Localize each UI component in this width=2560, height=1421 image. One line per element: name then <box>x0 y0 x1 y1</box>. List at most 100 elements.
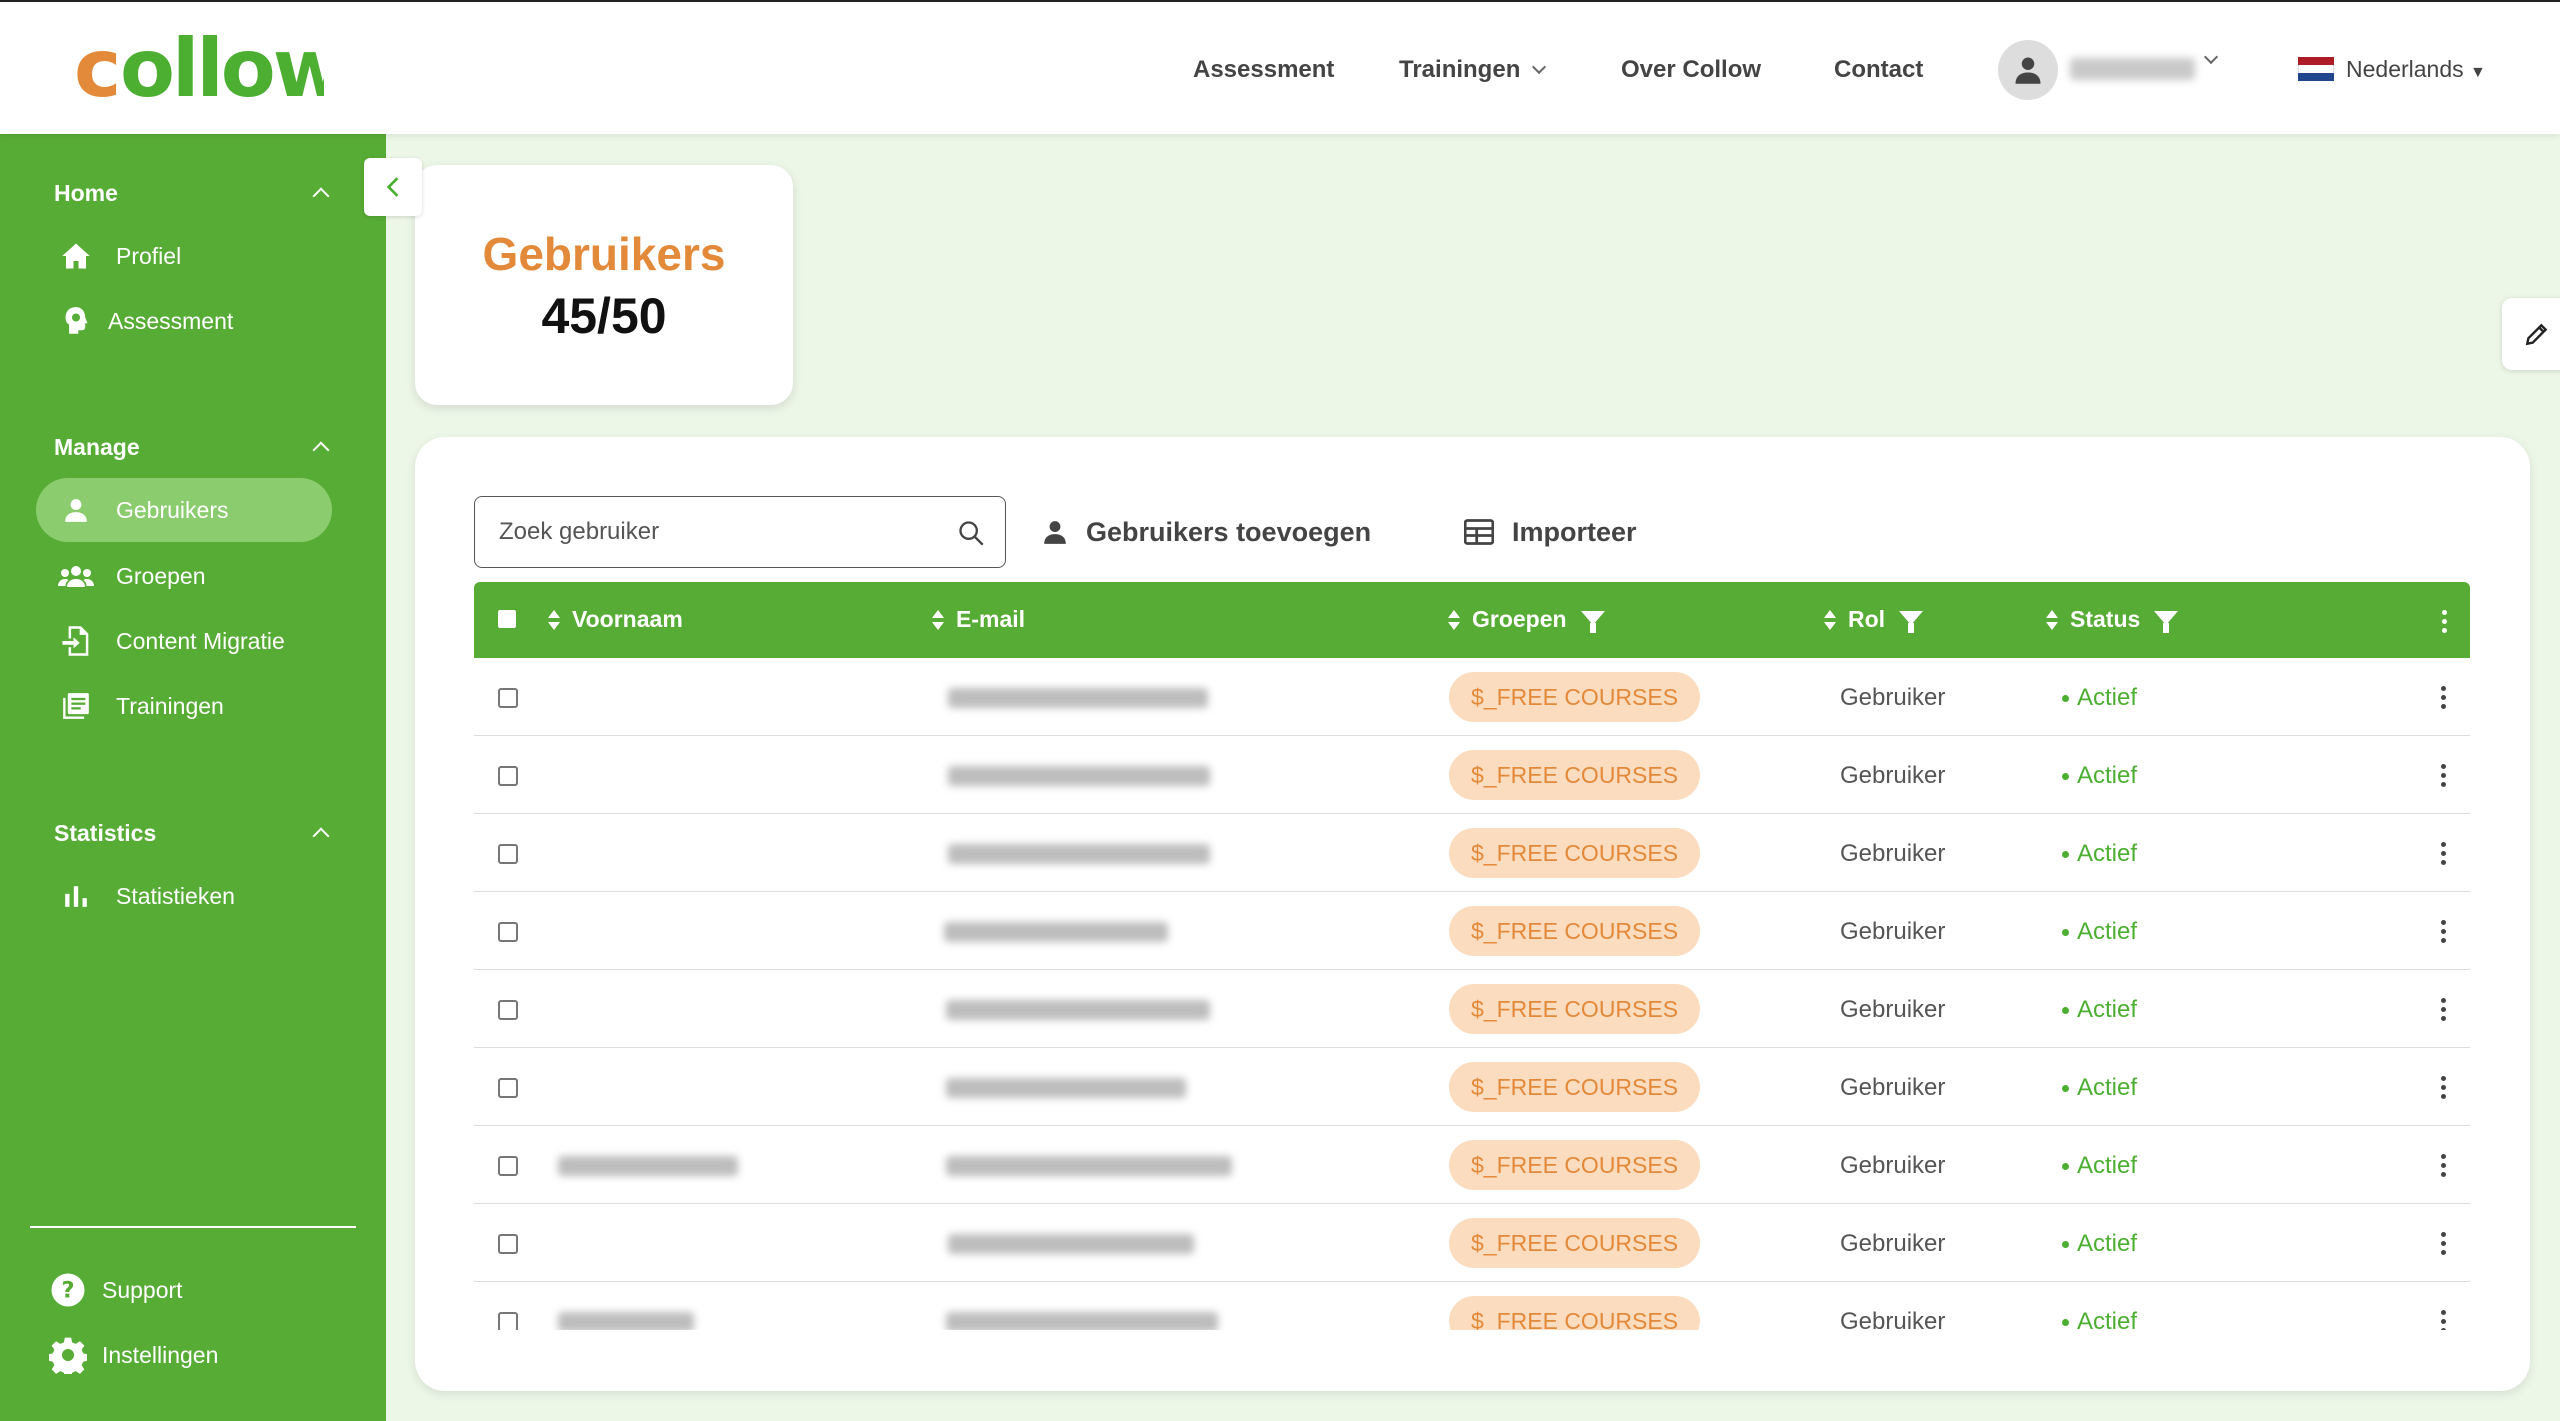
group-badge[interactable]: $_FREE COURSES <box>1449 1140 1701 1190</box>
section-title: Statistics <box>54 820 157 846</box>
row-menu-icon[interactable] <box>2441 842 2446 865</box>
section-statistics-header[interactable]: Statistics <box>54 820 156 847</box>
status-cell: Actief <box>2062 918 2137 946</box>
row-checkbox[interactable] <box>498 1000 518 1020</box>
table-row[interactable]: $_FREE COURSES Gebruiker Actief <box>474 814 2470 892</box>
column-options-icon[interactable] <box>2442 610 2447 633</box>
column-rol[interactable]: Rol <box>1824 606 1924 633</box>
role-cell: Gebruiker <box>1840 684 1946 711</box>
nav-contact[interactable]: Contact <box>1834 56 1923 84</box>
filter-icon[interactable] <box>1580 610 1605 633</box>
sidebar-item-assessment[interactable]: Assessment <box>36 289 332 353</box>
row-checkbox[interactable] <box>498 922 518 942</box>
column-voornaam[interactable]: Voornaam <box>548 606 683 633</box>
status-dot-icon <box>2062 851 2069 858</box>
column-status[interactable]: Status <box>2046 606 2179 633</box>
table-row[interactable]: $_FREE COURSES Gebruiker Actief <box>474 736 2470 814</box>
sort-icon[interactable] <box>548 609 560 631</box>
search-icon[interactable] <box>957 519 985 553</box>
row-menu-icon[interactable] <box>2441 764 2446 787</box>
filter-icon[interactable] <box>2154 610 2179 633</box>
section-manage-header[interactable]: Manage <box>54 434 140 461</box>
row-checkbox[interactable] <box>498 688 518 708</box>
search-input[interactable] <box>499 518 919 546</box>
chevron-left-icon <box>386 177 399 197</box>
sidebar-item-instellingen[interactable]: Instellingen <box>30 1323 326 1387</box>
import-button[interactable]: Importeer <box>1464 508 1637 556</box>
row-checkbox[interactable] <box>498 1156 518 1176</box>
sidebar-item-statistieken[interactable]: Statistieken <box>36 864 332 928</box>
sidebar-item-label: Trainingen <box>116 692 224 719</box>
email-redacted <box>946 1312 1218 1330</box>
group-badge[interactable]: $_FREE COURSES <box>1449 984 1701 1034</box>
row-menu-icon[interactable] <box>2441 1310 2446 1330</box>
row-checkbox[interactable] <box>498 1312 518 1330</box>
chevron-up-icon[interactable] <box>312 827 330 845</box>
section-title: Manage <box>54 434 140 460</box>
table-header: Voornaam E-mail Groepen Rol Status <box>474 582 2470 658</box>
sidebar-item-gebruikers[interactable]: Gebruikers <box>36 478 332 542</box>
chevron-down-icon <box>2203 49 2219 65</box>
first-name-redacted <box>558 1156 738 1176</box>
column-email[interactable]: E-mail <box>932 606 1025 633</box>
sort-icon[interactable] <box>2046 609 2058 631</box>
select-all-checkbox[interactable] <box>498 610 516 628</box>
table-row[interactable]: $_FREE COURSES Gebruiker Actief <box>474 1126 2470 1204</box>
group-badge[interactable]: $_FREE COURSES <box>1449 1062 1701 1112</box>
search-field[interactable] <box>474 496 1006 568</box>
row-menu-icon[interactable] <box>2441 686 2446 709</box>
group-badge[interactable]: $_FREE COURSES <box>1449 1218 1701 1268</box>
row-menu-icon[interactable] <box>2441 1232 2446 1255</box>
row-checkbox[interactable] <box>498 1234 518 1254</box>
row-menu-icon[interactable] <box>2441 920 2446 943</box>
group-badge[interactable]: $_FREE COURSES <box>1449 750 1701 800</box>
sidebar-item-support[interactable]: ? Support <box>30 1258 326 1322</box>
group-badge[interactable]: $_FREE COURSES <box>1449 1296 1701 1330</box>
table-row[interactable]: $_FREE COURSES Gebruiker Actief <box>474 1204 2470 1282</box>
group-badge[interactable]: $_FREE COURSES <box>1449 906 1701 956</box>
role-cell: Gebruiker <box>1840 918 1946 945</box>
row-checkbox[interactable] <box>498 1078 518 1098</box>
nav-assessment[interactable]: Assessment <box>1193 56 1334 84</box>
table-row[interactable]: $_FREE COURSES Gebruiker Actief <box>474 892 2470 970</box>
group-badge[interactable]: $_FREE COURSES <box>1449 828 1701 878</box>
sidebar-item-content-migratie[interactable]: Content Migratie <box>36 609 332 673</box>
table-row[interactable]: $_FREE COURSES Gebruiker Actief <box>474 658 2470 736</box>
sort-icon[interactable] <box>932 609 944 631</box>
row-menu-icon[interactable] <box>2441 1076 2446 1099</box>
chevron-up-icon[interactable] <box>312 441 330 459</box>
sidebar-item-profiel[interactable]: Profiel <box>36 224 332 288</box>
brain-icon <box>56 306 96 336</box>
chevron-up-icon[interactable] <box>312 187 330 205</box>
language-selector[interactable]: Nederlands ▼ <box>2346 56 2486 83</box>
table-row[interactable]: $_FREE COURSES Gebruiker Actief <box>474 1282 2470 1330</box>
collapse-sidebar-button[interactable] <box>364 158 422 216</box>
sidebar-item-groepen[interactable]: Groepen <box>36 544 332 608</box>
row-menu-icon[interactable] <box>2441 1154 2446 1177</box>
user-menu-chevron[interactable] <box>2203 49 2219 72</box>
section-home-header[interactable]: Home <box>54 180 118 207</box>
row-checkbox[interactable] <box>498 844 518 864</box>
table-row[interactable]: $_FREE COURSES Gebruiker Actief <box>474 1048 2470 1126</box>
status-cell: Actief <box>2062 840 2137 868</box>
row-menu-icon[interactable] <box>2441 998 2446 1021</box>
sort-icon[interactable] <box>1824 609 1836 631</box>
table-row[interactable]: $_FREE COURSES Gebruiker Actief <box>474 970 2470 1048</box>
edit-button[interactable] <box>2502 298 2560 370</box>
collow-logo[interactable]: c ollow <box>74 24 324 114</box>
status-label: Actief <box>2077 1308 2138 1330</box>
username-redacted[interactable] <box>2070 58 2195 80</box>
email-redacted <box>946 1156 1232 1176</box>
filter-icon[interactable] <box>1899 610 1924 633</box>
row-checkbox[interactable] <box>498 766 518 786</box>
sidebar-item-label: Groepen <box>116 562 206 589</box>
avatar[interactable] <box>1998 40 2058 100</box>
nav-trainingen[interactable]: Trainingen <box>1399 56 1547 84</box>
add-users-button[interactable]: Gebruikers toevoegen <box>1042 508 1371 556</box>
group-badge[interactable]: $_FREE COURSES <box>1449 672 1701 722</box>
column-groepen[interactable]: Groepen <box>1448 606 1605 633</box>
nav-over-collow[interactable]: Over Collow <box>1621 56 1761 84</box>
sort-icon[interactable] <box>1448 609 1460 631</box>
sidebar-item-trainingen[interactable]: Trainingen <box>36 674 332 738</box>
table-body: $_FREE COURSES Gebruiker Actief $_FREE C… <box>474 658 2470 1330</box>
